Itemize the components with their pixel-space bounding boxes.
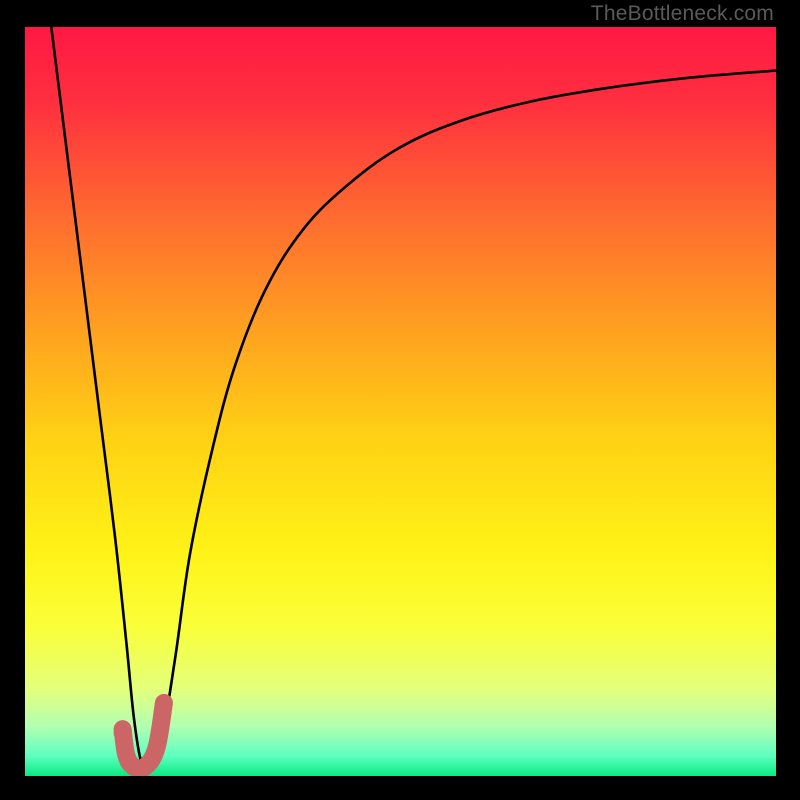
watermark-text: TheBottleneck.com xyxy=(591,2,774,26)
bottleneck-curve xyxy=(51,27,776,772)
curve-layer xyxy=(25,27,776,776)
plot-area xyxy=(25,27,776,776)
highlight-dot xyxy=(114,724,132,742)
chart-frame: TheBottleneck.com xyxy=(0,0,800,800)
